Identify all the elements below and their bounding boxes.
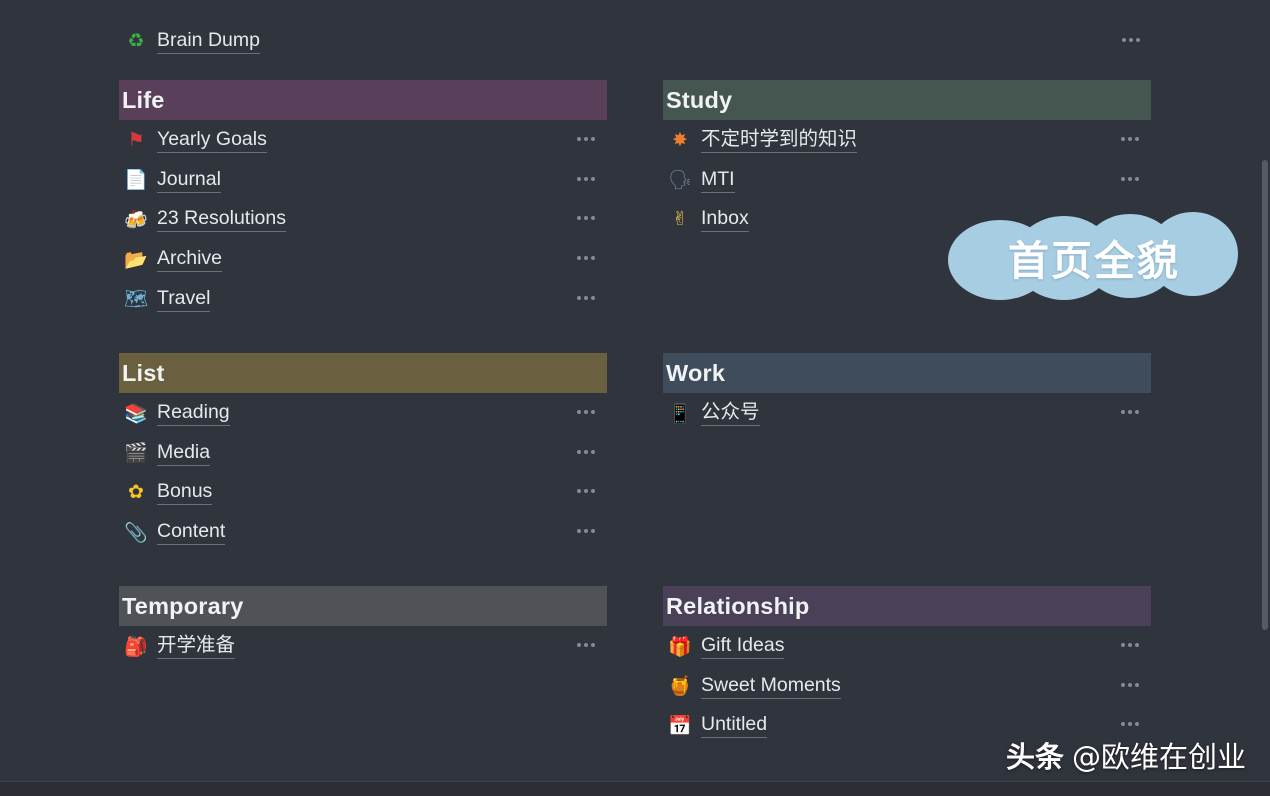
- red-flag-icon: ⚑: [127, 129, 145, 151]
- section-title: Life: [122, 86, 165, 113]
- section-title: Temporary: [122, 592, 244, 619]
- paperclip-icon: 📎: [124, 521, 148, 544]
- page-link[interactable]: 🎬 Media: [119, 434, 607, 472]
- page-link-label: Brain Dump: [157, 28, 260, 54]
- overlay-caption: 首页全貌: [1008, 237, 1180, 285]
- page-link-label: Media: [157, 440, 211, 466]
- map-icon: 🗺: [123, 288, 149, 311]
- watermark-prefix: 头条: [1005, 740, 1064, 774]
- section-header-work: Work: [663, 353, 1151, 393]
- page-link-label: Reading: [157, 400, 230, 426]
- scrollbar[interactable]: [1262, 160, 1268, 630]
- page-link[interactable]: ✿ Bonus: [119, 473, 607, 511]
- section-title: List: [122, 359, 165, 386]
- page-link[interactable]: ✸ 不定时学到的知识: [663, 121, 1151, 159]
- notion-dashboard: ♻ Brain Dump Life ⚑ Yearly Goals 📄 Journal 🍻…: [0, 0, 1270, 796]
- page-link-label: Bonus: [157, 479, 213, 506]
- page-link-label: Journal: [157, 167, 221, 193]
- crossed-fingers-icon: ✌: [672, 208, 688, 231]
- page-link-label: Gift Ideas: [701, 633, 785, 659]
- collision-icon: ✸: [672, 129, 688, 151]
- more-options-icon[interactable]: [575, 401, 597, 423]
- more-options-icon[interactable]: [575, 287, 597, 309]
- page-link[interactable]: 📎 Content: [119, 513, 607, 551]
- section-header-list: List: [119, 353, 607, 393]
- page-link-label: 不定时学到的知识: [701, 127, 858, 153]
- notepad-icon: 📄: [124, 169, 148, 192]
- more-options-icon[interactable]: [1119, 713, 1141, 735]
- overlay-cloud-badge: 首页全貌: [948, 212, 1240, 302]
- section-title: Work: [666, 359, 726, 386]
- more-options-icon[interactable]: [1119, 401, 1141, 423]
- clapper-board-icon: 🎬: [124, 442, 148, 465]
- beer-mugs-icon: 🍻: [124, 208, 148, 231]
- page-link[interactable]: 📚 Reading: [119, 394, 607, 432]
- page-link-label: MTI: [701, 167, 735, 193]
- books-icon: 📚: [124, 402, 148, 425]
- page-link[interactable]: 📂 Archive: [119, 240, 607, 278]
- section-header-life: Life: [119, 80, 607, 120]
- page-link-label: Travel: [157, 286, 211, 312]
- more-options-icon[interactable]: [575, 480, 597, 502]
- page-link[interactable]: 🗺 Travel: [119, 280, 607, 318]
- page-link[interactable]: 🍻 23 Resolutions: [119, 200, 607, 238]
- page-link-brain-dump[interactable]: ♻ Brain Dump: [119, 22, 1152, 60]
- sunflower-icon: ✿: [128, 481, 144, 504]
- page-link[interactable]: ⚑ Yearly Goals: [119, 121, 607, 159]
- page-link-label: Sweet Moments: [701, 673, 841, 699]
- more-options-icon[interactable]: [575, 441, 597, 463]
- section-header-temporary: Temporary: [119, 586, 607, 626]
- page-link[interactable]: 🍯 Sweet Moments: [663, 667, 1151, 705]
- more-options-icon[interactable]: [575, 520, 597, 542]
- more-options-icon[interactable]: [575, 207, 597, 229]
- page-link-label: Content: [157, 519, 226, 546]
- more-options-icon[interactable]: [575, 168, 597, 190]
- speaking-head-icon: 🗣: [667, 169, 693, 192]
- more-options-icon[interactable]: [575, 128, 597, 150]
- page-link[interactable]: 🎁 Gift Ideas: [663, 627, 1151, 665]
- folder-icon: 📂: [124, 248, 148, 271]
- section-title: Relationship: [666, 592, 810, 619]
- more-options-icon[interactable]: [1119, 168, 1141, 190]
- page-link[interactable]: 📄 Journal: [119, 161, 607, 199]
- section-header-relationship: Relationship: [663, 586, 1151, 626]
- more-options-icon[interactable]: [1120, 29, 1142, 51]
- page-link[interactable]: 🗣 MTI: [663, 161, 1151, 199]
- gift-icon: 🎁: [668, 635, 692, 658]
- calendar-icon: 📅: [668, 714, 692, 737]
- bottom-bar: [0, 781, 1270, 796]
- page-link-label: Untitled: [701, 712, 768, 739]
- page-link-label: 公众号: [701, 400, 760, 426]
- page-link-label: 23 Resolutions: [157, 206, 286, 233]
- watermark: 头条 @欧维在创业: [1006, 734, 1246, 776]
- more-options-icon[interactable]: [575, 247, 597, 269]
- more-options-icon[interactable]: [1119, 634, 1141, 656]
- page-link-label: Yearly Goals: [157, 127, 267, 153]
- page-link[interactable]: 📱 公众号: [663, 394, 1151, 432]
- more-options-icon[interactable]: [575, 634, 597, 656]
- backpack-icon: 🎒: [124, 635, 148, 658]
- section-header-study: Study: [663, 80, 1151, 120]
- page-link-label: Archive: [157, 246, 223, 273]
- page-link-label: 开学准备: [157, 633, 236, 659]
- more-options-icon[interactable]: [1119, 674, 1141, 696]
- section-title: Study: [666, 86, 733, 113]
- more-options-icon[interactable]: [1119, 128, 1141, 150]
- watermark-handle: @欧维在创业: [1071, 740, 1246, 774]
- mobile-phone-icon: 📱: [668, 402, 692, 425]
- page-link[interactable]: 🎒 开学准备: [119, 627, 607, 665]
- honey-pot-icon: 🍯: [668, 675, 692, 698]
- recycle-icon: ♻: [127, 30, 145, 52]
- page-link-label: Inbox: [701, 206, 749, 233]
